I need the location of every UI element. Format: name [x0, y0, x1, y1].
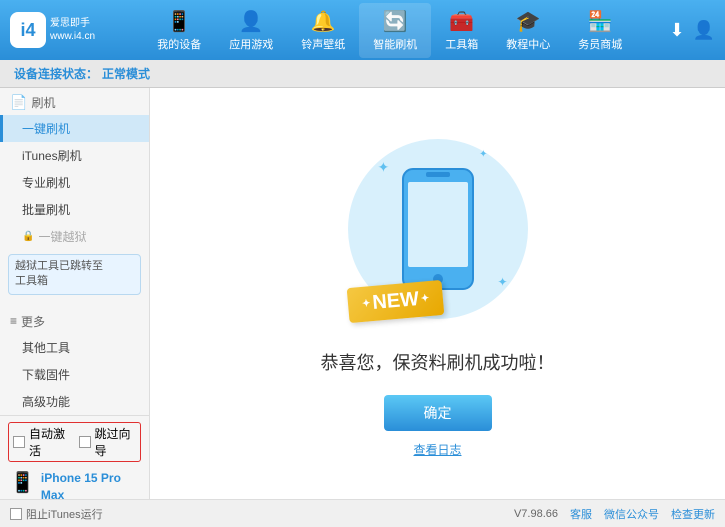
footer-version: V7.98.66 [514, 508, 558, 520]
guide-checkbox[interactable] [79, 436, 91, 448]
sparkle-3: ✦ [497, 275, 507, 289]
confirm-button[interactable]: 确定 [384, 395, 492, 431]
logo: i4 爱思即手 www.i4.cn [10, 12, 110, 48]
my-device-icon: 📱 [167, 9, 192, 34]
log-link[interactable]: 查看日志 [413, 441, 461, 458]
toolbar-prefix: 设备连接状态： [14, 65, 98, 82]
more-section-header: ≡ 更多 [0, 307, 149, 334]
flash-section-label: 刷机 [31, 94, 55, 111]
sparkle-2: ✦ [479, 149, 487, 160]
nav-tab-my-device[interactable]: 📱 我的设备 [143, 3, 215, 58]
content-area: ✦ ✦ ✦ NEW 恭喜您，保资料刷机成功啦！ 确定 查看日志 [150, 88, 725, 499]
phone-svg [398, 164, 478, 294]
app-games-icon: 👤 [239, 9, 264, 34]
sidebar: 📄 刷机 一键刷机 iTunes刷机 专业刷机 批量刷机 🔒 一键越狱 越狱工具… [0, 88, 150, 499]
stop-itunes-checkbox[interactable] [10, 508, 22, 520]
sidebar-item-other-tools[interactable]: 其他工具 [0, 334, 149, 361]
auto-activate-row: 自动激活 跳过向导 [8, 422, 141, 462]
guide-label: 跳过向导 [95, 425, 137, 459]
nav-tab-ringtone[interactable]: 🔔 铃声壁纸 [287, 3, 359, 58]
success-illustration: ✦ ✦ ✦ NEW [338, 129, 538, 329]
sidebar-item-download-firm[interactable]: 下载固件 [0, 361, 149, 388]
device-info: iPhone 15 Pro Max 512GB iPhone [41, 470, 139, 499]
toolbar: 设备连接状态： 正常模式 [0, 60, 725, 88]
sidebar-notice: 越狱工具已跳转至 工具箱 [8, 254, 141, 295]
device-section: 自动激活 跳过向导 📱 iPhone 15 Pro Max 512GB iPho… [0, 415, 149, 499]
device-name: iPhone 15 Pro Max [41, 470, 139, 499]
footer: 阻止iTunes运行 V7.98.66 客服 微信公众号 检查更新 [0, 499, 725, 527]
main-layout: 📄 刷机 一键刷机 iTunes刷机 专业刷机 批量刷机 🔒 一键越狱 越狱工具… [0, 88, 725, 499]
device-item[interactable]: 📱 iPhone 15 Pro Max 512GB iPhone [8, 466, 141, 499]
toolbar-status: 正常模式 [102, 65, 150, 82]
nav-tab-smart-flash[interactable]: 🔄 智能刷机 [359, 3, 431, 58]
flash-section-icon: 📄 [10, 94, 27, 111]
success-text: 恭喜您，保资料刷机成功啦！ [321, 349, 555, 375]
header: i4 爱思即手 www.i4.cn 📱 我的设备 👤 应用游戏 🔔 铃声壁纸 🔄… [0, 0, 725, 60]
flash-section-header: 📄 刷机 [0, 88, 149, 115]
auto-activate-label: 自动激活 [29, 425, 71, 459]
nav-tab-tutorial[interactable]: 🎓 教程中心 [492, 3, 564, 58]
smart-flash-icon: 🔄 [383, 9, 408, 34]
nav-tab-toolbox[interactable]: 🧰 工具箱 [431, 3, 492, 58]
sparkle-1: ✦ [378, 159, 390, 176]
nav-tabs: 📱 我的设备 👤 应用游戏 🔔 铃声壁纸 🔄 智能刷机 🧰 工具箱 🎓 教程中心… [110, 3, 669, 58]
download-button[interactable]: ⬇ [669, 20, 684, 41]
lock-icon: 🔒 [22, 231, 34, 242]
footer-link-update[interactable]: 检查更新 [671, 506, 715, 522]
logo-text: 爱思即手 www.i4.cn [50, 17, 95, 43]
auto-activate-checkbox[interactable] [13, 436, 25, 448]
logo-icon: i4 [10, 12, 46, 48]
nav-tab-app-games[interactable]: 👤 应用游戏 [215, 3, 287, 58]
more-section-icon: ≡ [10, 314, 17, 328]
user-button[interactable]: 👤 [693, 20, 715, 41]
footer-left: 阻止iTunes运行 [10, 506, 103, 522]
toolbox-icon: 🧰 [449, 9, 474, 34]
more-section-label: 更多 [21, 313, 45, 330]
sidebar-item-jailbreak: 🔒 一键越狱 [0, 223, 149, 250]
footer-right: V7.98.66 客服 微信公众号 检查更新 [514, 506, 715, 522]
sidebar-item-batch-flash[interactable]: 批量刷机 [0, 196, 149, 223]
ringtone-icon: 🔔 [311, 9, 336, 34]
nav-tab-service[interactable]: 🏪 务员商城 [564, 3, 636, 58]
sidebar-item-one-key-flash[interactable]: 一键刷机 [0, 115, 149, 142]
sidebar-item-itunes-flash[interactable]: iTunes刷机 [0, 142, 149, 169]
header-right: ⬇ 👤 [669, 20, 715, 41]
sidebar-item-pro-flash[interactable]: 专业刷机 [0, 169, 149, 196]
stop-itunes-label: 阻止iTunes运行 [26, 506, 103, 522]
service-icon: 🏪 [588, 9, 613, 34]
device-phone-icon: 📱 [10, 470, 35, 495]
footer-link-wechat[interactable]: 微信公众号 [604, 506, 659, 522]
tutorial-icon: 🎓 [516, 9, 541, 34]
sidebar-item-advanced[interactable]: 高级功能 [0, 388, 149, 415]
footer-link-service[interactable]: 客服 [570, 506, 592, 522]
